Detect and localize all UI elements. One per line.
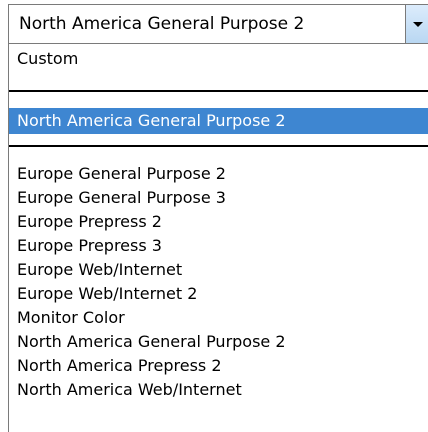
list-item[interactable]: North America General Purpose 2 <box>9 329 428 355</box>
list-separator <box>9 90 428 92</box>
list-item[interactable]: North America Prepress 2 <box>9 353 428 379</box>
list-item-selected[interactable]: North America General Purpose 2 <box>9 108 428 134</box>
list-item[interactable]: Europe General Purpose 3 <box>9 185 428 211</box>
list-item[interactable]: Europe Web/Internet <box>9 257 428 283</box>
list-item[interactable]: Europe Prepress 3 <box>9 233 428 259</box>
list-item-custom[interactable]: Custom <box>9 46 428 72</box>
list-separator <box>9 145 428 147</box>
dropdown-list: Custom North America General Purpose 2 E… <box>8 44 428 432</box>
settings-combobox[interactable]: North America General Purpose 2 <box>8 4 428 44</box>
chevron-down-icon[interactable] <box>405 5 428 43</box>
combobox-value: North America General Purpose 2 <box>19 14 305 34</box>
list-item[interactable]: North America Web/Internet <box>9 377 428 403</box>
list-item[interactable]: Europe General Purpose 2 <box>9 161 428 187</box>
list-item[interactable]: Monitor Color <box>9 305 428 331</box>
list-item[interactable]: Europe Prepress 2 <box>9 209 428 235</box>
color-settings-dropdown: North America General Purpose 2 Custom N… <box>0 0 428 432</box>
list-item[interactable]: Europe Web/Internet 2 <box>9 281 428 307</box>
